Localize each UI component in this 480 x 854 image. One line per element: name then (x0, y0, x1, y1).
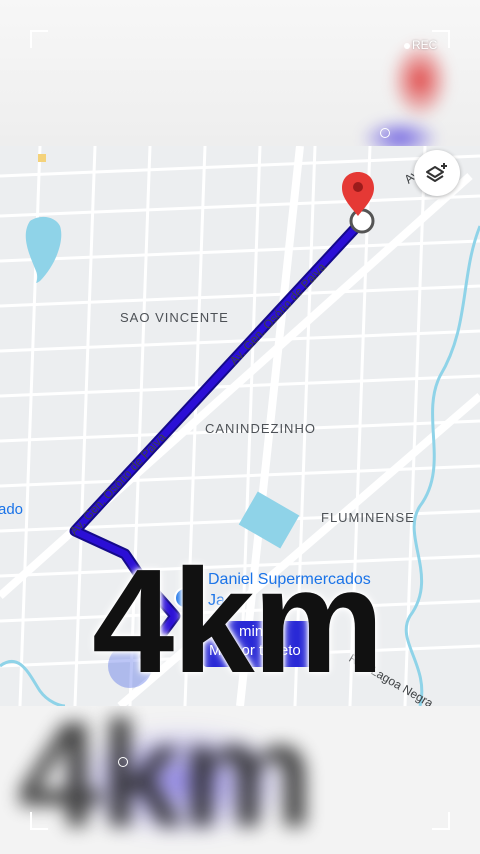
area-label-fluminense: FLUMINENSE (321, 510, 415, 525)
blurred-overlay-text: 4km (18, 706, 314, 854)
small-poi-marker (38, 154, 46, 162)
area-label-partial: ado (0, 501, 24, 518)
distance-overlay-text: 4km (92, 539, 384, 704)
blurred-top-band (0, 0, 480, 146)
area-label-sao-vicente: SAO VINCENTE (120, 310, 229, 325)
stream-left (0, 659, 66, 706)
focus-indicator-bottom (118, 757, 128, 767)
lake (25, 216, 62, 283)
rec-label: REC (412, 38, 438, 52)
layers-icon (426, 163, 447, 182)
focus-indicator-top (380, 128, 390, 138)
blurred-pin-shadow (390, 40, 450, 120)
layers-button[interactable] (414, 150, 460, 196)
destination-dot (349, 208, 375, 234)
frame-corner-bottom-right (432, 812, 450, 830)
frame-corner-top-left (30, 30, 48, 48)
blurred-route-shadow (360, 118, 440, 146)
area-label-canindezinho: CANINDEZINHO (205, 421, 316, 436)
rec-dot-icon (404, 42, 410, 49)
rec-indicator: REC (404, 38, 437, 52)
frame-corner-bottom-left (30, 812, 48, 830)
blurred-bottom-band: 4km (0, 706, 480, 854)
